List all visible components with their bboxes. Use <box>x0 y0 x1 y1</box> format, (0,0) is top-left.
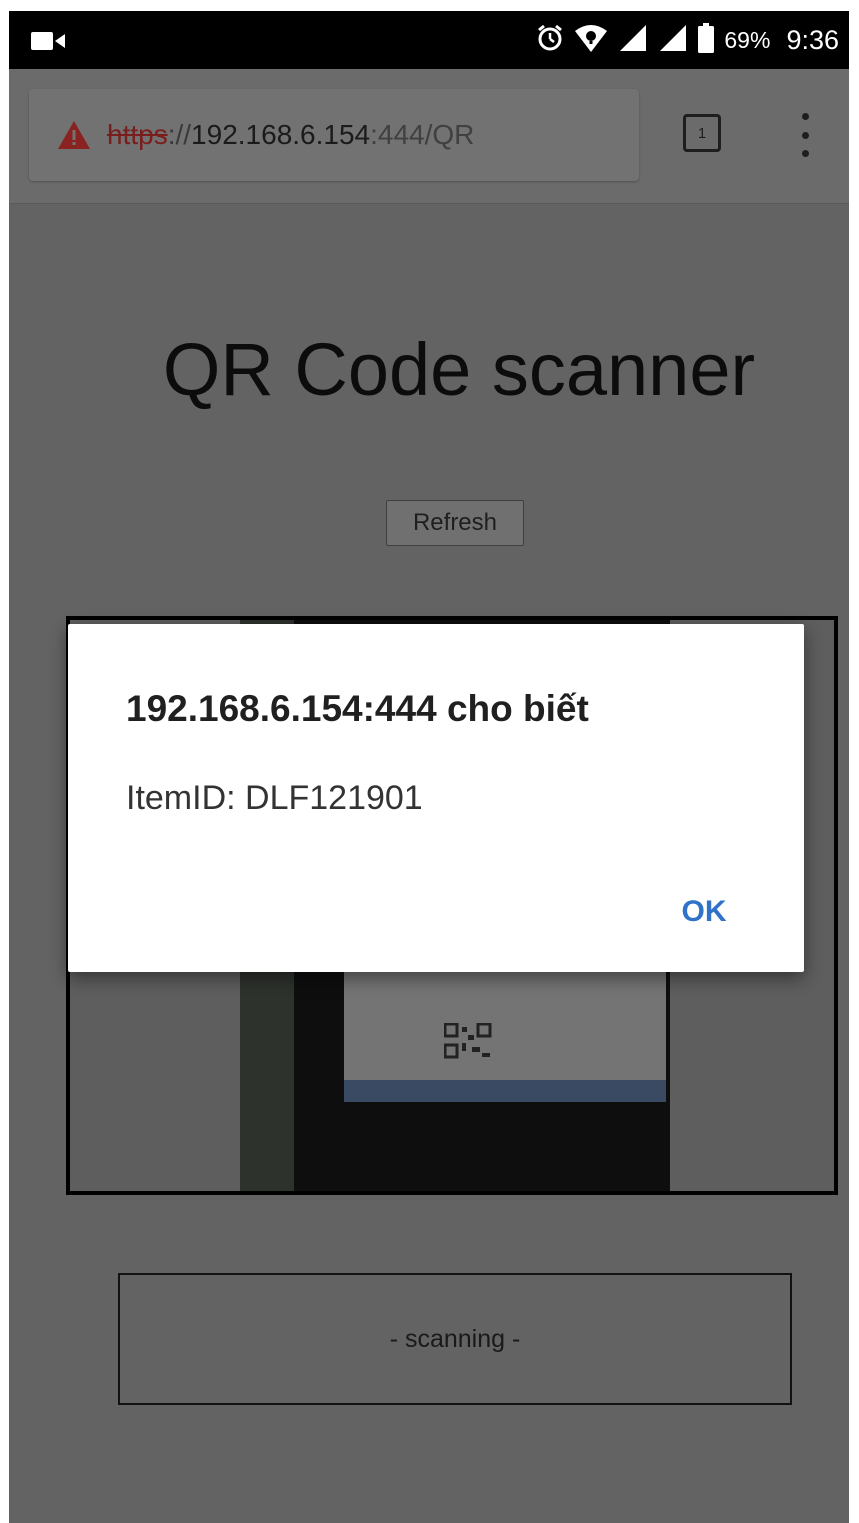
battery-percent: 69% <box>724 26 771 53</box>
qr-code-icon <box>444 1023 492 1059</box>
tab-count: 1 <box>697 124 707 142</box>
scan-status-text: - scanning - <box>389 1324 521 1353</box>
scan-status-box: - scanning - <box>118 1273 792 1405</box>
video-camera-icon <box>31 31 67 56</box>
page-title: QR Code scanner <box>162 328 756 411</box>
phone-screen: 69% 9:36 https://192.168.6.154:444/QR 1 … <box>9 11 849 1523</box>
battery-icon <box>698 22 715 58</box>
wifi-icon <box>574 23 608 58</box>
url-scheme: https <box>107 119 168 150</box>
dialog-message: ItemID: DLF121901 <box>126 779 423 817</box>
clock-time: 9:36 <box>786 24 839 55</box>
url-separator: :// <box>167 119 192 150</box>
url-path: :444/QR <box>370 119 475 150</box>
tab-switcher-button[interactable]: 1 <box>683 114 721 152</box>
ok-button[interactable]: OK <box>664 887 744 937</box>
status-bar: 69% 9:36 <box>9 11 849 69</box>
warning-triangle-icon[interactable] <box>57 120 91 150</box>
browser-toolbar: https://192.168.6.154:444/QR 1 <box>9 69 849 204</box>
overflow-menu-icon[interactable] <box>797 113 813 157</box>
status-icons: 69% 9:36 <box>536 11 839 69</box>
address-bar[interactable]: https://192.168.6.154:444/QR <box>29 89 639 181</box>
dialog-title: 192.168.6.154:444 cho biết <box>126 688 589 729</box>
cell-signal-icon <box>618 23 648 58</box>
url-host: 192.168.6.154 <box>191 119 371 150</box>
cell-signal-icon <box>658 23 688 58</box>
alert-dialog: 192.168.6.154:444 cho biết ItemID: DLF12… <box>68 624 804 972</box>
refresh-button[interactable]: Refresh <box>386 500 524 546</box>
alarm-clock-icon <box>536 24 564 57</box>
